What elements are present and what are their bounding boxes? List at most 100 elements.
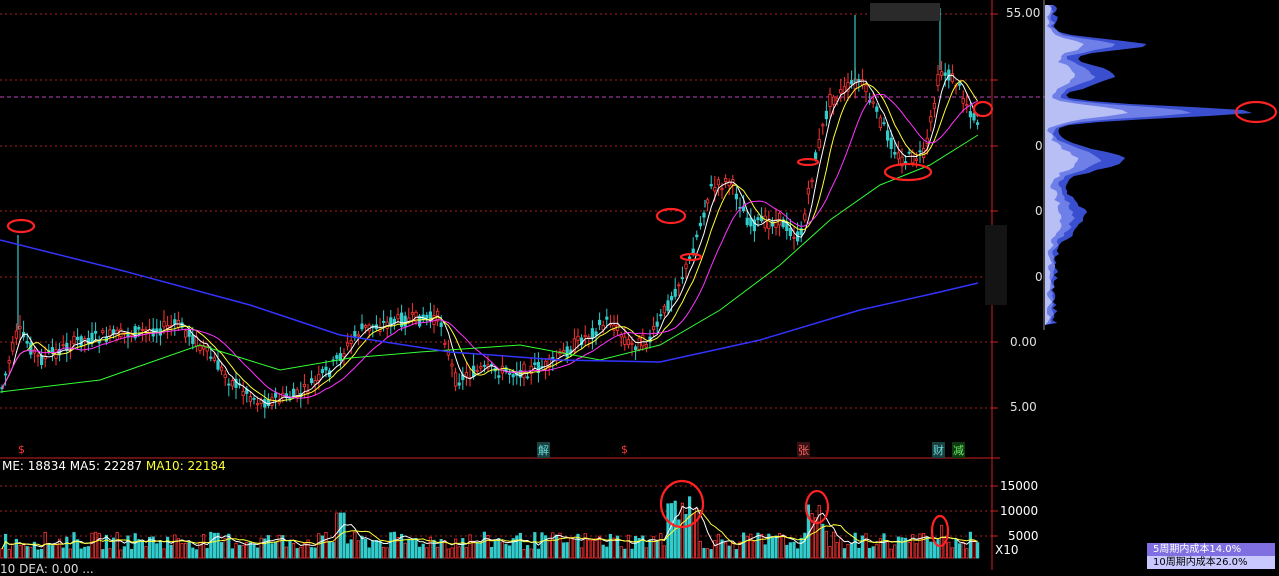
volume-bar <box>821 523 825 559</box>
candle-body <box>695 234 699 238</box>
volume-bar <box>50 545 55 559</box>
volume-bar <box>349 539 353 559</box>
volume-bar <box>68 548 72 559</box>
candle-body <box>403 315 407 327</box>
volume-bar <box>803 532 807 559</box>
volume-bar <box>781 535 785 559</box>
volume-bar <box>29 546 33 559</box>
candle-body <box>241 390 245 396</box>
candle-body <box>266 399 271 407</box>
candle-body <box>453 372 458 387</box>
volume-bar <box>417 546 422 559</box>
volume-bar <box>526 545 530 559</box>
candle-body <box>212 357 216 361</box>
volume-bar <box>562 542 566 559</box>
event-marker-unlock[interactable]: 解 <box>537 442 550 458</box>
candle-body <box>173 319 177 325</box>
candle-body <box>72 335 76 345</box>
candle-body <box>65 342 69 351</box>
ma20-line <box>1 93 978 399</box>
volume-bar <box>522 549 526 559</box>
volume-bar <box>191 547 195 559</box>
candle-body <box>482 364 487 367</box>
volume-bar <box>691 513 695 559</box>
event-marker-dividend[interactable]: $ <box>621 443 628 456</box>
candle-body <box>716 179 721 186</box>
candle-body <box>644 344 649 348</box>
candle-body <box>335 355 339 359</box>
volume-bar <box>194 549 198 559</box>
volume-bar <box>453 538 458 559</box>
candle-body <box>821 124 825 127</box>
volume-bar <box>360 535 364 559</box>
annotation-circle <box>6 218 36 234</box>
candle-body <box>526 376 530 379</box>
volume-bar <box>659 533 663 559</box>
candle-body <box>814 152 818 160</box>
volume-bar <box>187 541 191 559</box>
event-marker-reduce[interactable]: 减 <box>952 442 965 458</box>
volume-bar <box>223 537 227 559</box>
candle-body <box>594 331 598 336</box>
volume-bar <box>565 542 569 559</box>
volume-bar <box>7 549 11 559</box>
candle-body <box>356 334 361 337</box>
volume-bar <box>515 535 519 559</box>
volume-bar <box>796 548 800 559</box>
candle-body <box>183 330 188 338</box>
volume-bar <box>489 547 494 559</box>
volume-bar <box>832 531 836 559</box>
candle-body <box>317 373 321 382</box>
event-marker-dividend[interactable]: $ <box>18 443 25 456</box>
volume-bar <box>504 544 508 559</box>
volume-bar <box>209 531 213 559</box>
volume-bar <box>299 546 303 559</box>
volume-bar <box>288 540 292 559</box>
candle-body <box>14 330 18 339</box>
volume-bar <box>727 545 731 559</box>
volume-bar <box>356 540 361 559</box>
candle-body <box>778 213 782 226</box>
kline-chart-canvas[interactable] <box>0 0 1279 570</box>
volume-bar <box>309 547 314 559</box>
volume-bar <box>547 540 551 559</box>
candle-body <box>50 347 55 353</box>
volume-bar <box>630 548 634 559</box>
candle-body <box>140 329 144 331</box>
volume-bar <box>716 533 721 559</box>
candle-body <box>662 305 667 314</box>
candle-body <box>886 130 890 141</box>
volume-tick-label: 10000 <box>1000 504 1039 518</box>
volume-bar <box>14 538 18 559</box>
candle-body <box>742 206 746 212</box>
volume-bar <box>857 547 861 559</box>
event-marker-finance[interactable]: 财 <box>932 442 945 458</box>
price-tick-label: 0 <box>1035 204 1043 218</box>
volume-bar <box>507 545 512 559</box>
candle-body <box>634 346 638 351</box>
candle-body <box>342 353 346 358</box>
event-marker-rise[interactable]: 张 <box>797 442 810 458</box>
candle-body <box>605 316 609 320</box>
candle-body <box>443 342 447 345</box>
volume-bar <box>853 532 857 559</box>
candle-body <box>684 263 688 269</box>
volume-bar <box>612 537 616 559</box>
candle-body <box>630 342 634 345</box>
volume-bar <box>11 544 15 559</box>
volume-bar <box>273 541 278 559</box>
volume-bar <box>270 543 274 559</box>
candle-body <box>688 256 692 260</box>
volume-bar <box>670 503 674 559</box>
candle-body <box>641 334 645 347</box>
volume-bar <box>864 533 868 559</box>
volume-bar <box>968 531 973 559</box>
candle-body <box>112 329 116 335</box>
volume-bar <box>144 546 148 559</box>
volume-bar <box>475 542 479 559</box>
candle-body <box>565 346 569 358</box>
volume-bar <box>183 542 188 559</box>
candle-body <box>882 122 886 125</box>
volume-bar <box>925 537 929 559</box>
volume-bar <box>162 548 166 559</box>
